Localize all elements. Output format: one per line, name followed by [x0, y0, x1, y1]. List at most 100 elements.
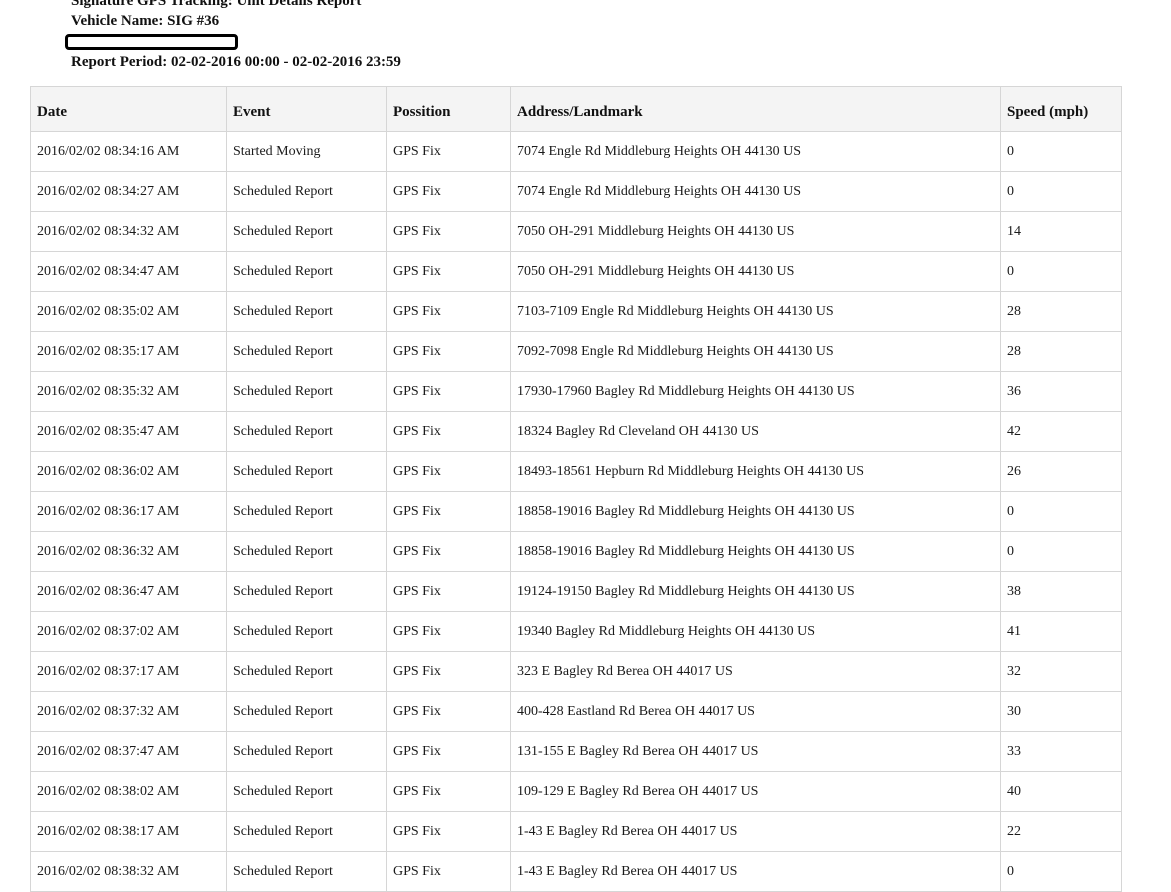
cell-position: GPS Fix: [386, 531, 511, 572]
column-header-position: Possition: [386, 86, 511, 132]
report-table: Date Event Possition Address/Landmark Sp…: [30, 86, 1122, 892]
cell-date: 2016/02/02 08:37:02 AM: [30, 611, 227, 652]
cell-speed: 26: [1000, 451, 1122, 492]
cell-position: GPS Fix: [386, 331, 511, 372]
cell-speed: 36: [1000, 371, 1122, 412]
cell-event: Scheduled Report: [226, 731, 387, 772]
table-row: 2016/02/02 08:34:27 AM Scheduled Report GP…: [30, 171, 1122, 212]
cell-event: Scheduled Report: [226, 651, 387, 692]
cell-position: GPS Fix: [386, 131, 511, 172]
table-row: 2016/02/02 08:37:17 AM Scheduled Report GP…: [30, 651, 1122, 692]
cell-address: 19124-19150 Bagley Rd Middleburg Heights…: [510, 571, 1001, 612]
cell-event: Scheduled Report: [226, 251, 387, 292]
vehicle-name: Vehicle Name: SIG #36: [71, 13, 220, 29]
cell-address: 400-428 Eastland Rd Berea OH 44017 US: [510, 691, 1001, 732]
cell-event: Scheduled Report: [226, 211, 387, 252]
cell-address: 18858-19016 Bagley Rd Middleburg Heights…: [510, 531, 1001, 572]
table-row: 2016/02/02 08:37:02 AM Scheduled Report GP…: [30, 611, 1122, 652]
cell-position: GPS Fix: [386, 451, 511, 492]
cell-event: Scheduled Report: [226, 411, 387, 452]
cell-address: 18493-18561 Hepburn Rd Middleburg Height…: [510, 451, 1001, 492]
cell-position: GPS Fix: [386, 411, 511, 452]
cell-date: 2016/02/02 08:38:32 AM: [30, 851, 227, 892]
table-row: 2016/02/02 08:34:32 AM Scheduled Report GP…: [30, 211, 1122, 252]
column-header-event: Event: [226, 86, 387, 132]
table-row: 2016/02/02 08:37:47 AM Scheduled Report GP…: [30, 731, 1122, 772]
cell-date: 2016/02/02 08:37:17 AM: [30, 651, 227, 692]
cell-event: Scheduled Report: [226, 531, 387, 572]
table-row: 2016/02/02 08:34:16 AM Started Moving GPS …: [30, 131, 1122, 172]
cell-date: 2016/02/02 08:37:47 AM: [30, 731, 227, 772]
column-header-date: Date: [30, 86, 227, 132]
cell-event: Scheduled Report: [226, 171, 387, 212]
cell-date: 2016/02/02 08:35:17 AM: [30, 331, 227, 372]
cell-address: 7074 Engle Rd Middleburg Heights OH 4413…: [510, 131, 1001, 172]
cell-position: GPS Fix: [386, 691, 511, 732]
cell-speed: 0: [1000, 251, 1122, 292]
cell-position: GPS Fix: [386, 851, 511, 892]
cell-date: 2016/02/02 08:35:32 AM: [30, 371, 227, 412]
cell-event: Scheduled Report: [226, 851, 387, 892]
table-row: 2016/02/02 08:37:32 AM Scheduled Report GP…: [30, 691, 1122, 732]
cell-position: GPS Fix: [386, 251, 511, 292]
cell-event: Scheduled Report: [226, 771, 387, 812]
table-row: 2016/02/02 08:36:02 AM Scheduled Report GP…: [30, 451, 1122, 492]
cell-date: 2016/02/02 08:34:16 AM: [30, 131, 227, 172]
cell-address: 7050 OH-291 Middleburg Heights OH 44130 …: [510, 251, 1001, 292]
cell-speed: 38: [1000, 571, 1122, 612]
table-row: 2016/02/02 08:35:47 AM Scheduled Report GP…: [30, 411, 1122, 452]
cell-date: 2016/02/02 08:36:32 AM: [30, 531, 227, 572]
cell-address: 17930-17960 Bagley Rd Middleburg Heights…: [510, 371, 1001, 412]
cell-speed: 32: [1000, 651, 1122, 692]
cell-event: Scheduled Report: [226, 491, 387, 532]
cell-speed: 0: [1000, 851, 1122, 892]
cell-date: 2016/02/02 08:35:02 AM: [30, 291, 227, 332]
cell-address: 1-43 E Bagley Rd Berea OH 44017 US: [510, 811, 1001, 852]
cell-position: GPS Fix: [386, 491, 511, 532]
cell-speed: 28: [1000, 291, 1122, 332]
table-header-row: Date Event Possition Address/Landmark Sp…: [30, 86, 1122, 132]
cell-position: GPS Fix: [386, 611, 511, 652]
cell-address: 1-43 E Bagley Rd Berea OH 44017 US: [510, 851, 1001, 892]
cell-address: 109-129 E Bagley Rd Berea OH 44017 US: [510, 771, 1001, 812]
column-header-speed: Speed (mph): [1000, 86, 1122, 132]
cell-date: 2016/02/02 08:38:02 AM: [30, 771, 227, 812]
cell-speed: 40: [1000, 771, 1122, 812]
table-row: 2016/02/02 08:35:02 AM Scheduled Report GP…: [30, 291, 1122, 332]
cell-date: 2016/02/02 08:34:27 AM: [30, 171, 227, 212]
cell-date: 2016/02/02 08:37:32 AM: [30, 691, 227, 732]
cell-event: Scheduled Report: [226, 331, 387, 372]
cell-position: GPS Fix: [386, 211, 511, 252]
report-period: Report Period: 02-02-2016 00:00 - 02-02-…: [71, 54, 401, 70]
cell-position: GPS Fix: [386, 771, 511, 812]
cell-event: Scheduled Report: [226, 571, 387, 612]
cell-event: Scheduled Report: [226, 691, 387, 732]
table-row: 2016/02/02 08:36:32 AM Scheduled Report GP…: [30, 531, 1122, 572]
cell-address: 18858-19016 Bagley Rd Middleburg Heights…: [510, 491, 1001, 532]
cell-speed: 30: [1000, 691, 1122, 732]
cell-speed: 0: [1000, 491, 1122, 532]
cell-address: 18324 Bagley Rd Cleveland OH 44130 US: [510, 411, 1001, 452]
cell-position: GPS Fix: [386, 291, 511, 332]
cell-date: 2016/02/02 08:36:02 AM: [30, 451, 227, 492]
cell-address: 7050 OH-291 Middleburg Heights OH 44130 …: [510, 211, 1001, 252]
cell-speed: 0: [1000, 131, 1122, 172]
cell-address: 131-155 E Bagley Rd Berea OH 44017 US: [510, 731, 1001, 772]
cell-address: 7103-7109 Engle Rd Middleburg Heights OH…: [510, 291, 1001, 332]
cell-date: 2016/02/02 08:38:17 AM: [30, 811, 227, 852]
cell-date: 2016/02/02 08:34:47 AM: [30, 251, 227, 292]
cell-speed: 28: [1000, 331, 1122, 372]
cell-date: 2016/02/02 08:35:47 AM: [30, 411, 227, 452]
cell-date: 2016/02/02 08:34:32 AM: [30, 211, 227, 252]
cell-event: Scheduled Report: [226, 371, 387, 412]
cell-speed: 42: [1000, 411, 1122, 452]
table-row: 2016/02/02 08:35:32 AM Scheduled Report GP…: [30, 371, 1122, 412]
table-row: 2016/02/02 08:38:02 AM Scheduled Report GP…: [30, 771, 1122, 812]
redaction-mark: [65, 34, 238, 50]
cell-position: GPS Fix: [386, 171, 511, 212]
cell-event: Scheduled Report: [226, 451, 387, 492]
cell-date: 2016/02/02 08:36:17 AM: [30, 491, 227, 532]
cell-date: 2016/02/02 08:36:47 AM: [30, 571, 227, 612]
table-row: 2016/02/02 08:36:17 AM Scheduled Report GP…: [30, 491, 1122, 532]
cell-event: Scheduled Report: [226, 811, 387, 852]
